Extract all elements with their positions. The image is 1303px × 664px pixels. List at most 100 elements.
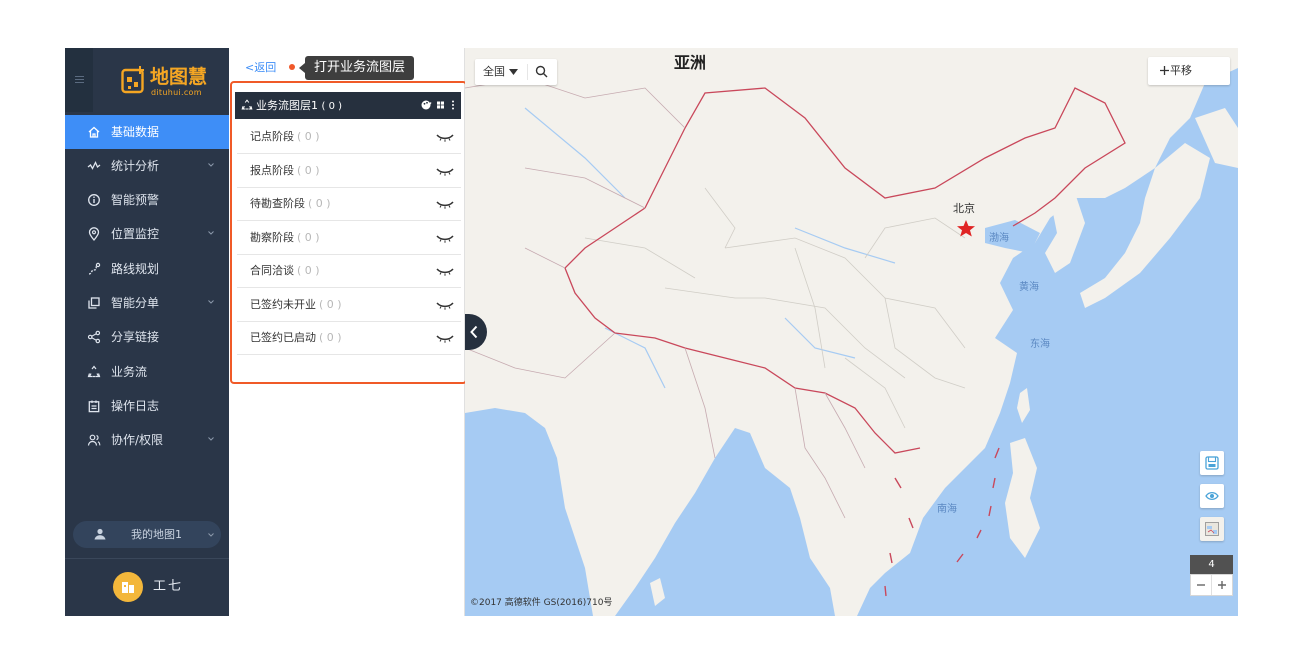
stage-count: ( 0 ) <box>297 231 320 244</box>
app-window: 地图慧 dituhui.com 基础数据 统计分析 智能预警 位置监控 路线规划… <box>65 48 1238 616</box>
layer-title: 业务流图层1 ( 0 ) <box>256 99 343 112</box>
chevron-down-icon <box>208 163 214 167</box>
stage-name: 已签约未开业 <box>250 298 316 311</box>
map-basemap <box>465 48 1238 616</box>
chevron-down-icon <box>208 231 214 235</box>
map-copyright: ©2017 高德软件 GS(2016)710号 <box>470 598 613 608</box>
menu-toggle-button[interactable] <box>65 48 93 112</box>
nav-item-collaboration[interactable]: 协作/权限 <box>65 423 229 457</box>
save-map-button[interactable] <box>1200 451 1224 475</box>
nav-item-statistics[interactable]: 统计分析 <box>65 149 229 183</box>
stage-name: 待勘查阶段 <box>250 197 305 210</box>
location-pin-icon <box>88 227 100 241</box>
land-taiwan <box>1017 388 1030 423</box>
nav-label: 智能分单 <box>111 296 160 310</box>
stage-count: ( 0 ) <box>319 298 342 311</box>
stage-count: ( 0 ) <box>297 264 320 277</box>
avatar[interactable] <box>113 572 143 602</box>
plus-icon <box>1218 581 1226 589</box>
nav-item-smart-dispatch[interactable]: 智能分单 <box>65 286 229 320</box>
layer-stage-row[interactable]: 报点阶段( 0 ) <box>237 154 461 188</box>
eye-closed-icon[interactable] <box>436 132 454 142</box>
nav-label: 分享链接 <box>111 330 160 344</box>
move-icon <box>1160 66 1169 75</box>
logo-mark-icon <box>121 66 144 94</box>
map-label-capital: 北京 <box>953 202 975 215</box>
more-vertical-icon[interactable] <box>452 100 454 110</box>
back-link[interactable]: <返回 <box>245 61 276 75</box>
zoom-in-button[interactable] <box>1212 575 1232 595</box>
nav-item-smart-alert[interactable]: 智能预警 <box>65 183 229 217</box>
caret-down-icon[interactable] <box>509 69 518 75</box>
layer-header[interactable]: 业务流图层1 ( 0 ) <box>235 92 461 119</box>
nav-item-route-planning[interactable]: 路线规划 <box>65 252 229 286</box>
eye-closed-icon[interactable] <box>436 266 454 276</box>
nav-label: 路线规划 <box>111 262 160 276</box>
map-label-yellow-sea: 黄海 <box>1019 282 1039 293</box>
my-map-selector[interactable]: 我的地图1 <box>73 521 221 548</box>
brand-logo[interactable]: 地图慧 dituhui.com <box>121 66 211 100</box>
layer-stage-row[interactable]: 已签约未开业( 0 ) <box>237 288 461 322</box>
land-mainland <box>465 48 1238 616</box>
map-view[interactable]: 亚洲 北京 渤海 黄海 东海 南海 全国 平移 4 ©2017 高德软件 GS(… <box>465 48 1238 616</box>
layer-tools <box>421 100 454 110</box>
eye-closed-icon[interactable] <box>436 233 454 243</box>
brand-domain: dituhui.com <box>151 88 202 97</box>
stage-count: ( 0 ) <box>319 331 342 344</box>
line-chart-icon <box>87 160 101 170</box>
map-label-east-sea: 东海 <box>1030 339 1050 350</box>
sidebar: 地图慧 dituhui.com 基础数据 统计分析 智能预警 位置监控 路线规划… <box>65 48 229 616</box>
stage-name: 已签约已启动 <box>250 331 316 344</box>
stage-name: 记点阶段 <box>250 130 294 143</box>
nav-label: 协作/权限 <box>111 433 164 447</box>
nav-item-business-flow[interactable]: 业务流 <box>65 355 229 389</box>
eye-closed-icon[interactable] <box>436 166 454 176</box>
hamburger-icon <box>75 76 84 85</box>
nav-label: 操作日志 <box>111 399 160 413</box>
tooltip: 打开业务流图层 <box>298 56 415 80</box>
user-name[interactable]: 工七 <box>153 579 183 595</box>
eye-closed-icon[interactable] <box>436 300 454 310</box>
stage-name: 勘察阶段 <box>250 231 294 244</box>
search-icon[interactable] <box>535 65 548 78</box>
palette-icon[interactable] <box>421 100 432 110</box>
brand-name: 地图慧 <box>150 66 208 88</box>
eye-closed-icon[interactable] <box>436 333 454 343</box>
region-select[interactable]: 全国 <box>483 65 505 79</box>
pan-label: 平移 <box>1170 64 1192 77</box>
eye-closed-icon[interactable] <box>436 199 454 209</box>
layer-stage-row[interactable]: 勘察阶段( 0 ) <box>237 221 461 255</box>
minimap-icon <box>1205 522 1219 536</box>
business-flow-layer-card: 业务流图层1 ( 0 ) 记点阶段( 0 ) 报点阶段( 0 ) 待勘查阶段( … <box>230 81 467 384</box>
layer-stage-row[interactable]: 合同洽谈( 0 ) <box>237 254 461 288</box>
map-user-icon <box>94 528 106 540</box>
land-sri-lanka <box>650 578 665 606</box>
nav-label: 统计分析 <box>111 159 160 173</box>
users-icon <box>87 434 101 446</box>
table-icon[interactable] <box>437 101 444 109</box>
nav-item-basic-data[interactable]: 基础数据 <box>65 115 229 149</box>
nav-label: 业务流 <box>111 365 148 379</box>
chevron-down-icon <box>208 533 214 537</box>
zoom-level-badge: 4 <box>1190 555 1233 574</box>
stage-count: ( 0 ) <box>308 197 331 210</box>
avatar-glyph-icon <box>122 582 134 593</box>
region-search-divider <box>527 64 528 80</box>
layer-stage-row[interactable]: 待勘查阶段( 0 ) <box>237 187 461 221</box>
region-search-box: 全国 <box>475 59 557 85</box>
layer-stage-row[interactable]: 记点阶段( 0 ) <box>237 120 461 154</box>
map-label-continent: 亚洲 <box>674 53 707 72</box>
calendar-icon <box>88 400 100 413</box>
zoom-out-button[interactable] <box>1191 575 1212 595</box>
copy-icon <box>88 297 100 309</box>
nav-item-share-link[interactable]: 分享链接 <box>65 320 229 354</box>
save-icon <box>1205 456 1219 470</box>
layer-stage-row[interactable]: 已签约已启动( 0 ) <box>237 321 461 355</box>
nav-item-operation-log[interactable]: 操作日志 <box>65 389 229 423</box>
nav-item-location-monitor[interactable]: 位置监控 <box>65 217 229 251</box>
pan-button[interactable]: 平移 <box>1148 57 1230 85</box>
minimap-button[interactable] <box>1200 517 1224 541</box>
view-toggle-button[interactable] <box>1200 484 1224 508</box>
my-map-label: 我的地图1 <box>131 528 182 541</box>
nav-label: 基础数据 <box>111 125 160 139</box>
